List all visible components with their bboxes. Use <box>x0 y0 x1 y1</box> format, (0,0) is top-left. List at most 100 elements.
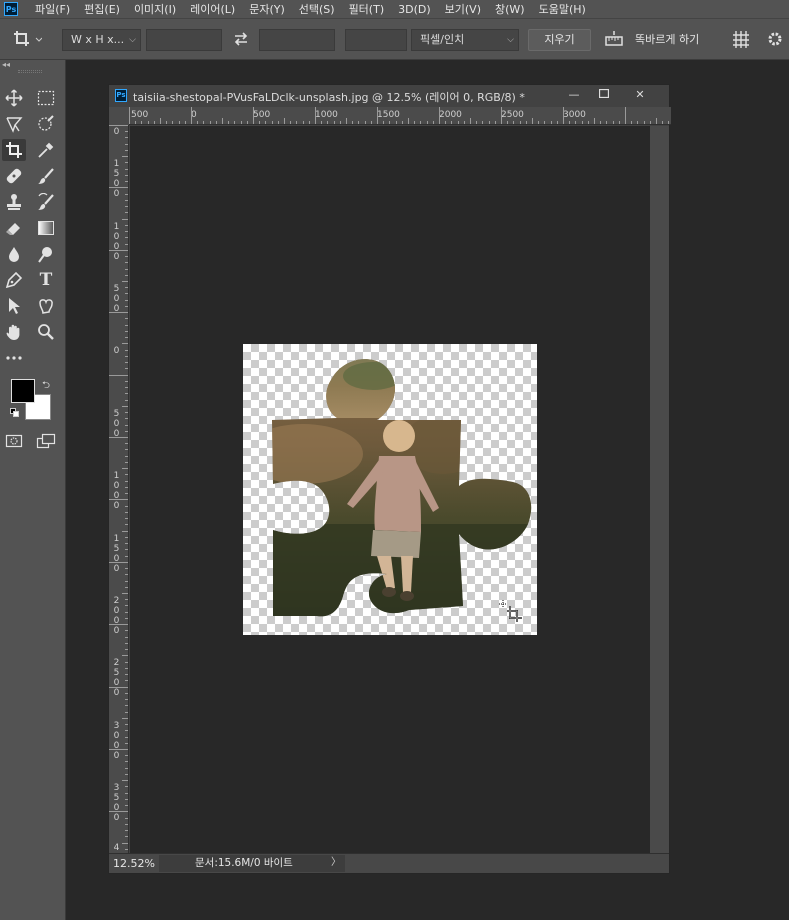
ruler-tick <box>125 362 128 364</box>
ruler-tick <box>125 599 128 601</box>
ruler-tick <box>109 749 128 750</box>
ruler-tick <box>109 686 128 688</box>
ruler-tick <box>122 405 128 407</box>
ruler-tick <box>457 121 459 124</box>
move-tool-icon[interactable] <box>2 87 26 109</box>
quick-selection-tool-icon[interactable] <box>34 113 58 135</box>
clear-button[interactable]: 지우기 <box>528 29 591 51</box>
ruler-label: 2000 <box>439 110 462 120</box>
quick-mask-icon[interactable] <box>2 430 26 452</box>
document-image[interactable] <box>243 344 537 635</box>
more-tools-icon[interactable] <box>2 347 26 369</box>
eyedropper-tool-icon[interactable] <box>34 139 58 161</box>
ruler-tick <box>414 121 416 124</box>
menu-view[interactable]: 보기(V) <box>438 1 488 17</box>
crop-ratio-dropdown[interactable]: W x H x... ⌵ <box>62 29 141 51</box>
straighten-label[interactable]: 똑바르게 하기 <box>635 31 699 47</box>
maximize-icon[interactable] <box>591 87 617 103</box>
menu-file[interactable]: 파일(F) <box>28 1 77 17</box>
menu-3d[interactable]: 3D(D) <box>391 3 438 16</box>
menu-window[interactable]: 창(W) <box>488 1 532 17</box>
straighten-icon[interactable] <box>604 29 624 54</box>
swap-dimensions-icon[interactable] <box>232 29 250 54</box>
ruler-tick <box>153 121 155 124</box>
crop-tool-preset-icon[interactable] <box>12 29 43 54</box>
vertical-ruler[interactable]: 0 1500 1000 500 0 500 1000 1500 2000 250… <box>109 125 129 853</box>
resolution-unit-dropdown[interactable]: 픽셀/인치 ⌵ <box>411 29 519 51</box>
menu-help[interactable]: 도움말(H) <box>532 1 593 17</box>
ruler-tick <box>184 121 186 124</box>
type-tool-icon[interactable]: T <box>34 269 58 291</box>
ruler-tick <box>122 593 128 594</box>
panel-grip[interactable] <box>18 70 42 73</box>
ruler-tick <box>125 742 128 744</box>
ruler-tick <box>125 493 128 495</box>
ruler-origin[interactable] <box>109 107 129 125</box>
ruler-tick <box>302 121 304 124</box>
menu-layer[interactable]: 레이어(L) <box>183 1 242 17</box>
hand-tool-icon[interactable] <box>2 321 26 343</box>
eraser-tool-icon[interactable] <box>2 217 26 239</box>
close-icon[interactable]: ✕ <box>627 87 653 103</box>
ruler-tick <box>125 318 128 320</box>
ruler-tick <box>122 842 128 844</box>
minimize-icon[interactable]: — <box>561 87 587 103</box>
screen-mode-icon[interactable] <box>34 430 58 452</box>
ruler-tick <box>125 705 128 707</box>
menu-type[interactable]: 문자(Y) <box>242 1 292 17</box>
path-selection-tool-icon[interactable] <box>2 295 26 317</box>
ruler-tick <box>125 330 128 332</box>
ruler-tick <box>125 206 128 208</box>
width-input[interactable] <box>146 29 222 51</box>
document-tab[interactable]: Ps taisiia-shestopal-PVusFaLDclk-unsplas… <box>109 85 669 107</box>
ruler-label: 1500 <box>377 110 400 120</box>
ruler-label: 2500 <box>113 658 120 698</box>
ruler-tick <box>488 121 490 124</box>
brush-tool-icon[interactable] <box>34 165 58 187</box>
ruler-tick <box>125 505 128 507</box>
ruler-tick <box>125 761 128 763</box>
horizontal-ruler[interactable]: 500 0 500 1000 1500 2000 2500 3000 <box>129 107 671 125</box>
ruler-tick <box>383 121 385 124</box>
gradient-tool-icon[interactable] <box>34 217 58 239</box>
resolution-input[interactable] <box>345 29 407 51</box>
healing-brush-tool-icon[interactable] <box>2 165 26 187</box>
ruler-label: 500 <box>113 409 120 439</box>
ruler-tick <box>125 149 128 151</box>
ruler-tick <box>125 143 128 145</box>
ruler-tick <box>519 121 521 124</box>
menu-filter[interactable]: 필터(T) <box>342 1 392 17</box>
dodge-tool-icon[interactable] <box>34 243 58 265</box>
menu-image[interactable]: 이미지(I) <box>127 1 183 17</box>
swap-colors-icon[interactable]: ⮌ <box>42 378 50 395</box>
custom-shape-tool-icon[interactable] <box>34 295 58 317</box>
collapse-panel-icon[interactable]: ◂◂ <box>2 60 10 69</box>
ruler-tick <box>125 755 128 757</box>
clone-stamp-tool-icon[interactable] <box>2 191 26 213</box>
ruler-tick <box>122 218 128 220</box>
ruler-tick <box>125 486 128 488</box>
foreground-color-swatch[interactable] <box>11 379 35 403</box>
document-info[interactable]: 문서:15.6M/0 바이트 〉 <box>159 855 345 872</box>
chevron-right-icon[interactable]: 〉 <box>331 855 341 871</box>
lasso-tool-icon[interactable] <box>2 113 26 135</box>
overlay-grid-icon[interactable] <box>732 29 750 54</box>
pen-tool-icon[interactable] <box>2 269 26 291</box>
ruler-tick <box>482 121 484 124</box>
marquee-tool-icon[interactable] <box>34 87 58 109</box>
zoom-level-field[interactable]: 12.52% <box>113 856 159 872</box>
crop-tool-icon[interactable] <box>2 139 26 161</box>
vertical-scrollbar[interactable] <box>650 126 669 853</box>
ruler-tick <box>125 449 128 451</box>
menu-edit[interactable]: 편집(E) <box>77 1 127 17</box>
blur-tool-icon[interactable] <box>2 243 26 265</box>
menu-select[interactable]: 선택(S) <box>292 1 342 17</box>
default-colors-icon[interactable] <box>10 408 20 418</box>
history-brush-tool-icon[interactable] <box>34 191 58 213</box>
height-input[interactable] <box>259 29 335 51</box>
ruler-tick <box>125 630 128 632</box>
ruler-tick <box>109 561 128 563</box>
zoom-tool-icon[interactable] <box>34 321 58 343</box>
gear-icon[interactable] <box>766 29 784 54</box>
ruler-tick <box>532 118 533 124</box>
